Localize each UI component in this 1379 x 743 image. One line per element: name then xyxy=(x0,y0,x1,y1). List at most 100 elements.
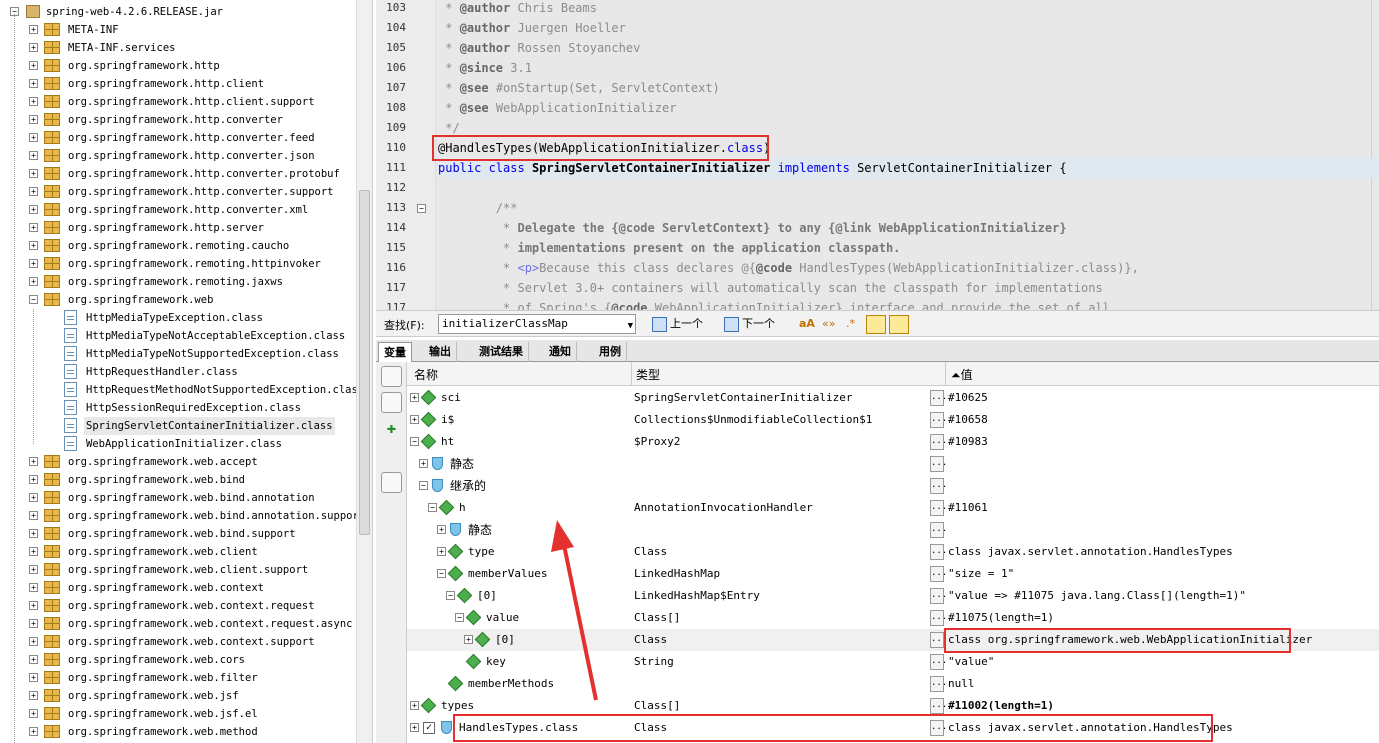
column-divider[interactable] xyxy=(945,362,946,386)
expand-icon[interactable]: + xyxy=(419,459,428,468)
expand-icon[interactable]: + xyxy=(29,709,38,718)
expand-icon[interactable]: + xyxy=(29,493,38,502)
variable-row[interactable]: − memberValues LinkedHashMap... "size = 1" xyxy=(407,563,1379,585)
expand-icon[interactable]: + xyxy=(29,133,38,142)
column-divider[interactable] xyxy=(631,362,632,386)
edit-value-button[interactable]: ... xyxy=(930,632,947,648)
expand-icon[interactable]: + xyxy=(410,701,419,710)
edit-value-button[interactable]: ... xyxy=(930,500,947,516)
edit-value-button[interactable]: ... xyxy=(930,544,947,560)
edit-value-button[interactable]: ... xyxy=(930,478,947,494)
highlight-results-icon[interactable] xyxy=(866,315,886,334)
edit-value-button[interactable]: ... xyxy=(930,434,947,450)
variable-row[interactable]: + sci SpringServletContainerInitializer...… xyxy=(407,387,1379,409)
header-type[interactable]: 类型 xyxy=(636,366,660,383)
edit-value-button[interactable]: ... xyxy=(930,390,947,406)
variable-row[interactable]: + i$ Collections$UnmodifiableCollection$1.… xyxy=(407,409,1379,431)
code-line[interactable]: * @author Rossen Stoyanchev xyxy=(438,38,640,58)
expand-icon[interactable]: + xyxy=(410,393,419,402)
expand-icon[interactable]: + xyxy=(29,583,38,592)
expand-icon[interactable]: + xyxy=(29,565,38,574)
variable-row[interactable]: − 继承的... xyxy=(407,475,1379,497)
expand-icon[interactable]: + xyxy=(29,277,38,286)
expand-icon[interactable]: + xyxy=(464,635,473,644)
code-line[interactable]: * Servlet 3.0+ containers will automatic… xyxy=(438,278,1103,298)
expand-icon[interactable]: + xyxy=(29,259,38,268)
expand-icon[interactable]: + xyxy=(29,205,38,214)
regex-icon[interactable]: .* xyxy=(846,315,855,333)
edit-value-button[interactable]: ... xyxy=(930,456,947,472)
code-line[interactable]: * @author Juergen Hoeller xyxy=(438,18,626,38)
collapse-icon[interactable]: − xyxy=(446,591,455,600)
find-next-button[interactable]: 下一个 xyxy=(724,315,775,333)
expand-icon[interactable]: + xyxy=(29,727,38,736)
variable-row[interactable]: memberMethods... null xyxy=(407,673,1379,695)
edit-value-button[interactable]: ... xyxy=(930,566,947,582)
watch-icon[interactable] xyxy=(381,366,402,387)
expand-icon[interactable]: + xyxy=(29,169,38,178)
expand-icon[interactable]: + xyxy=(437,547,446,556)
add-icon[interactable]: ✚ xyxy=(381,418,402,439)
scrollbar-thumb[interactable] xyxy=(359,190,370,535)
collapse-icon[interactable]: − xyxy=(437,569,446,578)
expand-icon[interactable]: + xyxy=(29,511,38,520)
find-input[interactable]: initializerClassMap ▼ xyxy=(438,314,636,334)
expand-icon[interactable]: + xyxy=(410,723,419,732)
expand-icon[interactable]: + xyxy=(29,241,38,250)
tab-3[interactable]: 通知 xyxy=(544,342,577,362)
whole-word-icon[interactable]: «» xyxy=(822,315,835,333)
header-value[interactable]: ⏶值 xyxy=(951,366,973,383)
variable-row[interactable]: + 静态... xyxy=(407,519,1379,541)
edit-value-button[interactable]: ... xyxy=(930,698,947,714)
fold-icon[interactable]: − xyxy=(417,204,426,213)
code-line[interactable]: /** xyxy=(438,198,518,218)
edit-value-button[interactable]: ... xyxy=(930,588,947,604)
tree-scrollbar[interactable] xyxy=(356,0,372,743)
expand-icon[interactable]: + xyxy=(29,187,38,196)
variable-row[interactable]: − value Class[]... #11075(length=1) xyxy=(407,607,1379,629)
expand-icon[interactable]: + xyxy=(29,475,38,484)
edit-value-button[interactable]: ... xyxy=(930,610,947,626)
wrap-search-icon[interactable] xyxy=(889,315,909,334)
show-columns-icon[interactable] xyxy=(381,472,402,493)
dropdown-arrow-icon[interactable]: ▼ xyxy=(628,317,633,335)
code-line[interactable]: * @see #onStartup(Set, ServletContext) xyxy=(438,78,720,98)
match-case-icon[interactable]: aA xyxy=(799,315,815,333)
expand-icon[interactable]: + xyxy=(29,457,38,466)
expand-icon[interactable]: + xyxy=(437,525,446,534)
edit-value-button[interactable]: ... xyxy=(930,522,947,538)
collapse-icon[interactable]: − xyxy=(455,613,464,622)
new-watch-icon[interactable] xyxy=(381,392,402,413)
expand-icon[interactable]: + xyxy=(29,151,38,160)
expand-icon[interactable]: + xyxy=(29,601,38,610)
tab-1[interactable]: 输出 xyxy=(424,342,457,362)
expand-icon[interactable]: + xyxy=(29,529,38,538)
expand-icon[interactable]: + xyxy=(29,43,38,52)
expand-icon[interactable]: + xyxy=(29,97,38,106)
code-line[interactable]: * <p>Because this class declares @{@code… xyxy=(438,258,1139,278)
variable-row[interactable]: − ht $Proxy2... #10983 xyxy=(407,431,1379,453)
code-line[interactable]: * @author Chris Beams xyxy=(438,0,597,18)
variable-row[interactable]: key String... "value" xyxy=(407,651,1379,673)
checkbox-icon[interactable]: ✓ xyxy=(423,722,435,734)
find-prev-button[interactable]: 上一个 xyxy=(652,315,703,333)
expand-icon[interactable]: + xyxy=(29,619,38,628)
code-line[interactable]: public class SpringServletContainerIniti… xyxy=(438,158,1379,178)
variable-row[interactable]: − h AnnotationInvocationHandler... #11061 xyxy=(407,497,1379,519)
expand-icon[interactable]: + xyxy=(29,637,38,646)
expand-icon[interactable]: + xyxy=(29,25,38,34)
code-line[interactable]: * @since 3.1 xyxy=(438,58,532,78)
expand-icon[interactable]: + xyxy=(29,61,38,70)
collapse-icon[interactable]: − xyxy=(419,481,428,490)
expand-icon[interactable]: + xyxy=(29,547,38,556)
variable-row[interactable]: + 静态... xyxy=(407,453,1379,475)
tab-4[interactable]: 用例 xyxy=(594,342,627,362)
expand-icon[interactable]: + xyxy=(29,79,38,88)
expand-icon[interactable]: + xyxy=(410,415,419,424)
expand-icon[interactable]: + xyxy=(29,115,38,124)
collapse-icon[interactable]: − xyxy=(29,295,38,304)
edit-value-button[interactable]: ... xyxy=(930,412,947,428)
header-name[interactable]: 名称 xyxy=(414,366,438,383)
edit-value-button[interactable]: ... xyxy=(930,654,947,670)
collapse-icon[interactable]: − xyxy=(428,503,437,512)
